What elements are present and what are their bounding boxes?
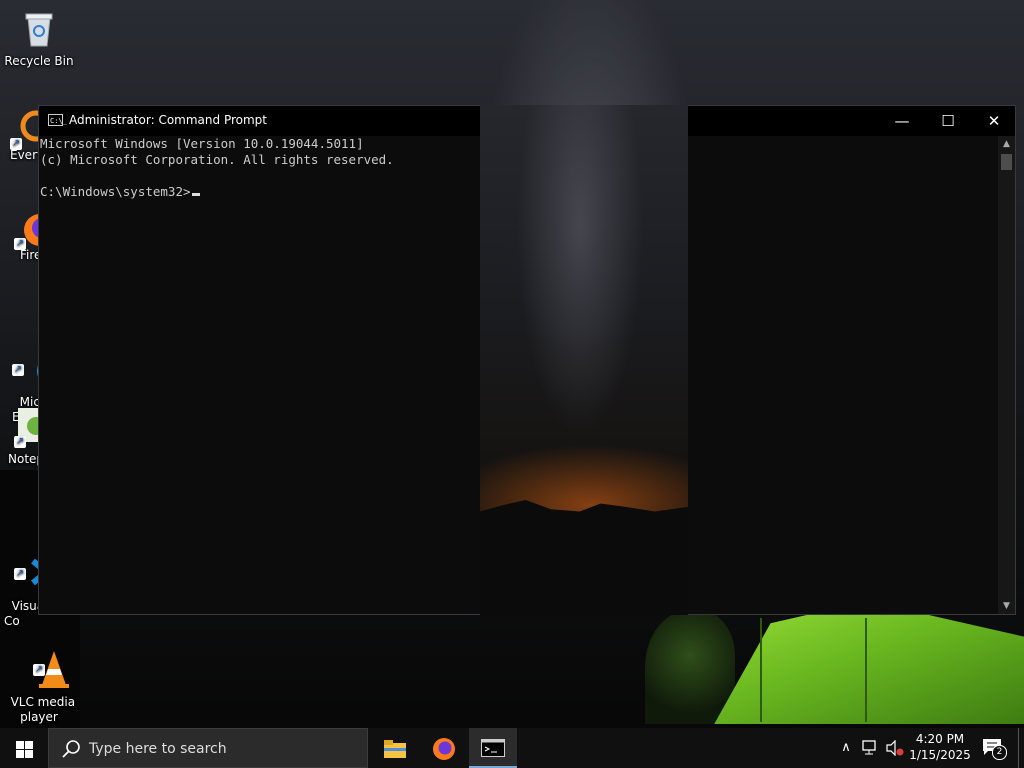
show-desktop-button[interactable] [1018, 728, 1024, 768]
recycle-bin-icon [19, 8, 59, 48]
everything-icon: ↗ [10, 108, 52, 150]
shortcut-arrow-icon: ↗ [33, 664, 45, 676]
cmd-icon [481, 739, 505, 760]
desktop-icon-vlc[interactable]: ↗ VLC media player [0, 604, 78, 725]
shortcut-arrow-icon: ↗ [12, 364, 24, 376]
cmd-icon: C:\_ [48, 114, 67, 126]
desktop-icon-firefox[interactable]: ↗ Fire [14, 208, 56, 263]
taskbar-firefox[interactable] [420, 728, 468, 768]
vertical-scrollbar[interactable]: ▲ ▼ [998, 136, 1015, 614]
vscode-icon: ↗ [14, 538, 58, 586]
taskbar-command-prompt[interactable] [469, 728, 517, 768]
wallpaper-tent-seam [865, 618, 867, 722]
vlc-cone-icon: ↗ [19, 634, 70, 688]
shortcut-arrow-icon: ↗ [10, 138, 22, 150]
wallpaper-tent-seam [760, 618, 762, 722]
desktop-icon-everything[interactable]: ↗ Every [10, 108, 52, 163]
window-title: Administrator: Command Prompt [69, 113, 267, 127]
desktop-icon-notepad[interactable]: ↗ Notep [8, 406, 45, 467]
desktop-icon-recycle-bin[interactable]: Recycle Bin [0, 8, 78, 69]
folder-icon [384, 740, 406, 761]
start-button[interactable] [0, 728, 48, 768]
scroll-down-arrow-icon[interactable]: ▼ [998, 598, 1015, 614]
notification-center-button[interactable]: 2 [982, 736, 1007, 760]
console-prompt: C:\Windows\system32> [40, 184, 191, 199]
firefox-icon [432, 737, 456, 764]
scroll-up-arrow-icon[interactable]: ▲ [998, 136, 1015, 152]
taskbar-clock[interactable]: 4:20 PM 1/15/2025 [905, 731, 975, 763]
window-transparency-region [480, 105, 688, 615]
maximize-button[interactable]: ☐ [925, 106, 971, 136]
firefox-icon: ↗ [14, 208, 56, 250]
search-placeholder: Type here to search [89, 741, 227, 757]
edge-icon: ↗ [12, 334, 74, 389]
shortcut-arrow-icon: ↗ [14, 436, 26, 448]
taskbar: Type here to search ∧ 4:20 PM 1/15/2025 … [0, 728, 1024, 768]
network-icon[interactable] [860, 728, 882, 768]
notification-count-badge: 2 [992, 745, 1007, 760]
minimize-button[interactable]: — [879, 106, 925, 136]
clock-time: 4:20 PM [915, 732, 965, 746]
close-button[interactable]: ✕ [971, 106, 1017, 136]
wallpaper-bush [645, 610, 735, 724]
desktop-icon-label: Recycle Bin [4, 54, 74, 68]
show-hidden-icons-chevron[interactable]: ∧ [836, 728, 856, 768]
taskbar-file-explorer[interactable] [370, 728, 418, 768]
shortcut-arrow-icon: ↗ [14, 238, 26, 250]
scrollbar-thumb[interactable] [1001, 154, 1012, 170]
clock-date: 1/15/2025 [909, 748, 971, 762]
search-icon [61, 739, 81, 759]
notepad-plus-plus-icon: ↗ [14, 406, 45, 448]
text-cursor [191, 193, 200, 196]
wallpaper-ridge [480, 500, 688, 615]
volume-muted-icon[interactable] [884, 728, 906, 768]
taskbar-search-box[interactable]: Type here to search [48, 728, 368, 768]
shortcut-arrow-icon: ↗ [14, 568, 26, 580]
